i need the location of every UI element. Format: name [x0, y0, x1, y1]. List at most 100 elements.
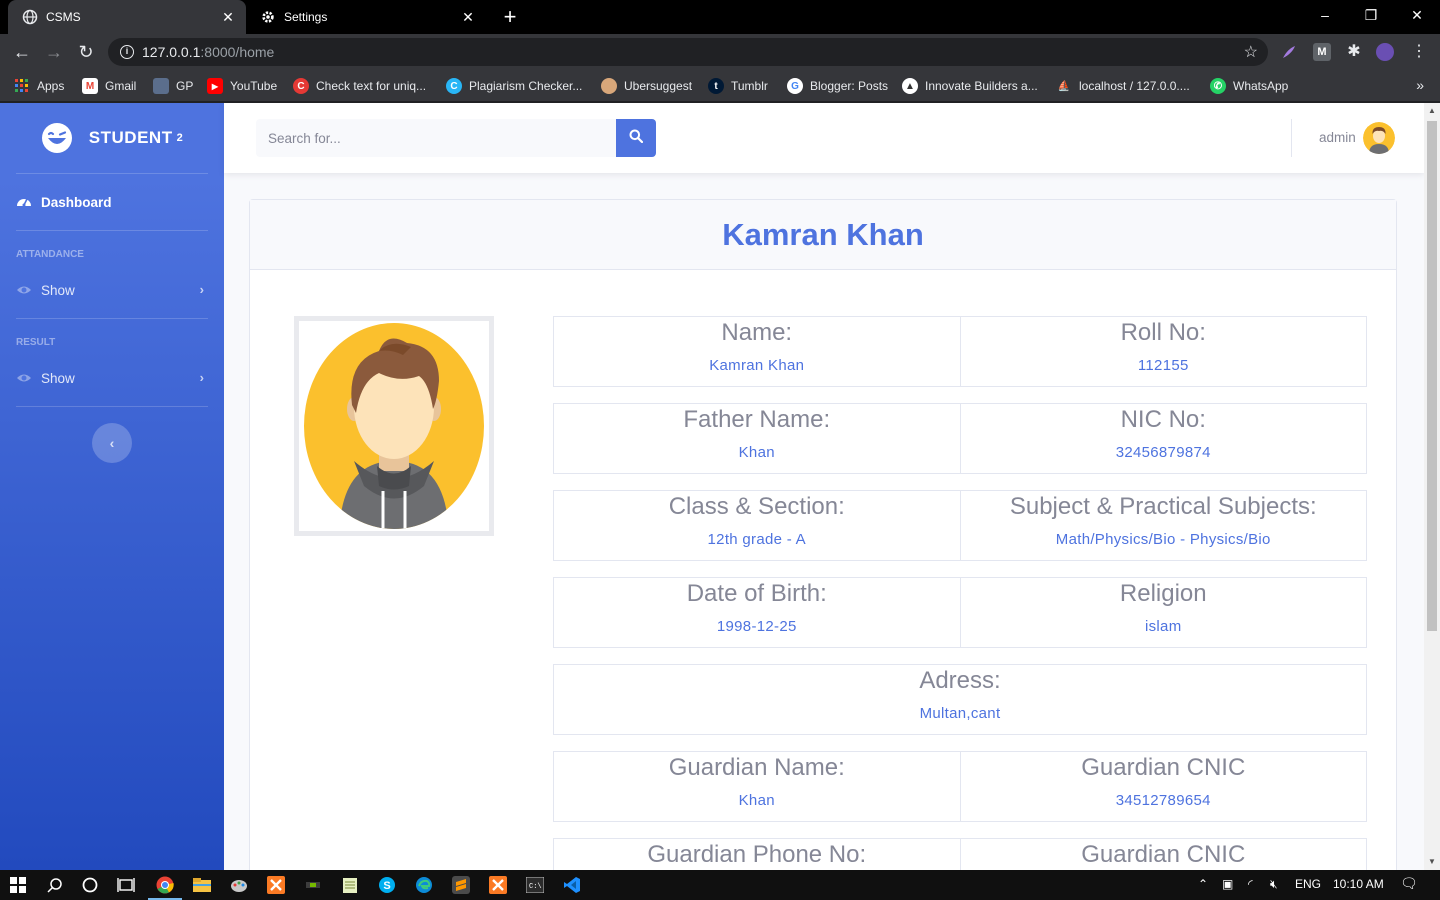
- laugh-wink-icon: [41, 122, 73, 154]
- ubersuggest-icon: [601, 78, 617, 94]
- bookmark-check-text[interactable]: C Check text for uniq...: [293, 76, 426, 96]
- bookmark-blogger[interactable]: G Blogger: Posts: [787, 76, 888, 96]
- language-indicator[interactable]: ENG: [1295, 877, 1321, 891]
- info-label: Name:: [721, 319, 793, 346]
- sidebar-item-attendance-show[interactable]: Show ›: [16, 279, 208, 301]
- info-cell-nic-no: NIC No: 32456879874: [960, 403, 1367, 474]
- bookmark-ubersuggest[interactable]: Ubersuggest: [601, 76, 692, 96]
- sidebar-brand[interactable]: STUDENT 2: [0, 103, 224, 173]
- feather-extension-icon[interactable]: [1280, 43, 1298, 61]
- info-label: Religion: [1119, 580, 1207, 607]
- address-bar[interactable]: i 127.0.0.1:8000/home ☆: [108, 38, 1268, 66]
- sidebar-toggle-button[interactable]: ‹: [92, 423, 132, 463]
- brand-name: STUDENT: [88, 128, 173, 147]
- info-row: Adress: Multan,cant: [553, 664, 1367, 735]
- restore-icon[interactable]: ❐: [1348, 0, 1394, 34]
- sidebar-item-dashboard[interactable]: Dashboard: [16, 191, 208, 213]
- page-viewport: STUDENT 2 Dashboard ATTANDANCE Show › RES…: [0, 103, 1424, 870]
- windows-start-icon[interactable]: [7, 874, 29, 896]
- skype-icon[interactable]: S: [376, 874, 398, 896]
- reload-icon[interactable]: ↻: [74, 40, 98, 64]
- chevron-up-icon[interactable]: ⌃: [1198, 877, 1208, 891]
- info-label: Subject & Practical Subjects:: [1009, 493, 1317, 520]
- sidebar-item-result-show[interactable]: Show ›: [16, 367, 208, 389]
- sidebar: STUDENT 2 Dashboard ATTANDANCE Show › RES…: [0, 103, 224, 870]
- scrollbar-thumb[interactable]: [1427, 121, 1437, 631]
- task-view-icon[interactable]: [115, 874, 137, 896]
- xampp-icon[interactable]: [265, 874, 287, 896]
- sublime-text-icon[interactable]: [450, 874, 472, 896]
- avatar[interactable]: [1363, 122, 1395, 154]
- command-prompt-icon[interactable]: C:\: [524, 874, 546, 896]
- close-icon[interactable]: ✕: [460, 9, 476, 25]
- info-cell-guardian-name: Guardian Name: Khan: [553, 751, 961, 822]
- tab-settings[interactable]: Settings ✕: [248, 0, 486, 34]
- profile-avatar-icon[interactable]: [1376, 43, 1394, 61]
- bookmark-plagiarism-checker[interactable]: C Plagiarism Checker...: [446, 76, 582, 96]
- tab-csms[interactable]: CSMS ✕: [8, 0, 246, 34]
- info-cell-guardian-phone: Guardian Phone No:: [553, 838, 961, 870]
- chevron-double-right-icon[interactable]: »: [1416, 77, 1424, 93]
- scroll-down-arrow-icon[interactable]: ▼: [1424, 854, 1440, 870]
- bookmark-label: YouTube: [230, 79, 278, 93]
- user-name[interactable]: admin: [1319, 130, 1356, 145]
- bookmark-youtube[interactable]: ▶ YouTube: [207, 76, 277, 96]
- chevron-right-icon: ›: [199, 282, 204, 297]
- bookmark-label: Apps: [37, 79, 65, 93]
- wifi-icon[interactable]: ◜: [1248, 877, 1253, 891]
- info-cell-roll-no: Roll No: 112155: [960, 316, 1367, 387]
- close-icon[interactable]: ✕: [220, 9, 236, 25]
- notification-center-icon[interactable]: 🗨︎: [1400, 875, 1418, 892]
- network-icon[interactable]: ▣: [1222, 877, 1233, 891]
- new-tab-icon[interactable]: +: [498, 5, 522, 29]
- chrome-taskbar-icon[interactable]: [154, 874, 176, 896]
- vscode-icon[interactable]: [561, 874, 583, 896]
- topbar: admin: [224, 103, 1424, 173]
- bookmark-label: Tumblr: [731, 79, 768, 93]
- bookmark-star-icon[interactable]: ☆: [1244, 42, 1258, 62]
- bookmark-label: Plagiarism Checker...: [469, 79, 583, 93]
- bookmark-label: Check text for uniq...: [316, 79, 427, 93]
- minimize-icon[interactable]: –: [1302, 0, 1348, 34]
- info-value: islam: [1144, 618, 1182, 635]
- bookmark-apps[interactable]: Apps: [14, 76, 64, 96]
- bookmark-label: GP: [176, 79, 194, 93]
- info-icon[interactable]: i: [120, 45, 134, 59]
- m-extension-icon[interactable]: M: [1313, 43, 1331, 61]
- forward-icon[interactable]: →: [42, 40, 66, 64]
- info-row: Class & Section: 12th grade - A Subject …: [553, 490, 1367, 561]
- bookmark-innovate-builders[interactable]: ▲ Innovate Builders a...: [902, 76, 1038, 96]
- window-close-icon[interactable]: ✕: [1394, 0, 1440, 34]
- bookmark-whatsapp[interactable]: ✆ WhatsApp: [1210, 76, 1288, 96]
- notepad-icon[interactable]: [339, 874, 361, 896]
- bookmark-gmail[interactable]: M Gmail: [82, 76, 136, 96]
- back-icon[interactable]: ←: [10, 40, 34, 64]
- info-label: Guardian Phone No:: [647, 841, 867, 868]
- brand-superscript: 2: [176, 132, 184, 144]
- search-icon[interactable]: [44, 874, 66, 896]
- page-scrollbar[interactable]: ▲ ▼: [1424, 103, 1440, 870]
- puzzle-extensions-icon[interactable]: ✱: [1345, 43, 1363, 61]
- globe-icon: [22, 9, 38, 25]
- search-input[interactable]: [256, 119, 616, 157]
- nvidia-app-icon[interactable]: [302, 874, 324, 896]
- edge-icon[interactable]: [413, 874, 435, 896]
- search-button[interactable]: [616, 119, 656, 157]
- bookmark-tumblr[interactable]: t Tumblr: [708, 76, 768, 96]
- bookmark-label: Ubersuggest: [624, 79, 693, 93]
- clock[interactable]: 10:10 AM: [1333, 877, 1384, 891]
- bookmark-gp[interactable]: GP: [153, 76, 193, 96]
- gmail-icon: M: [82, 78, 98, 94]
- bookmark-localhost[interactable]: ⛵ localhost / 127.0.0....: [1056, 76, 1190, 96]
- file-explorer-icon[interactable]: [191, 874, 213, 896]
- cortana-icon[interactable]: [79, 874, 101, 896]
- info-value: Math/Physics/Bio - Physics/Bio: [1055, 531, 1271, 548]
- paint-app-icon[interactable]: [228, 874, 250, 896]
- volume-muted-icon[interactable]: 🔇︎: [1270, 877, 1278, 892]
- xampp-control-icon[interactable]: [487, 874, 509, 896]
- whatsapp-icon: ✆: [1210, 78, 1226, 94]
- info-row: Guardian Name: Khan Guardian CNIC 345127…: [553, 751, 1367, 822]
- scroll-up-arrow-icon[interactable]: ▲: [1424, 103, 1440, 119]
- innovate-builders-icon: ▲: [902, 78, 918, 94]
- kebab-menu-icon[interactable]: ⋮: [1410, 43, 1428, 61]
